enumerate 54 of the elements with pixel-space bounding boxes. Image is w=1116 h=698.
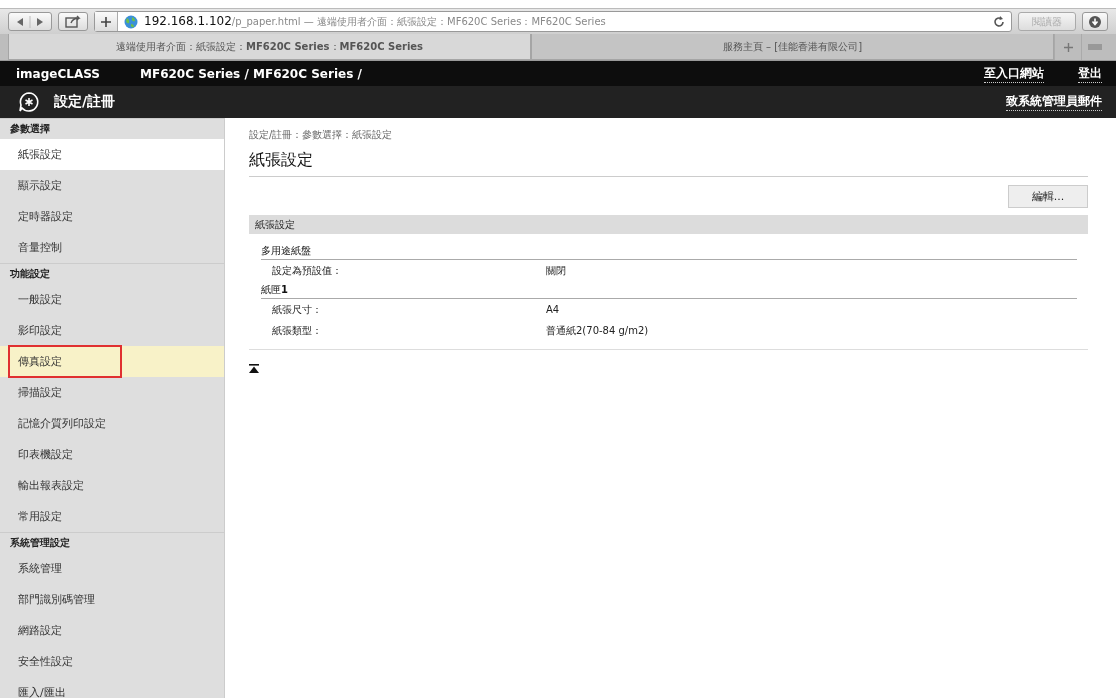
section-header: 紙張設定 [249, 215, 1088, 234]
download-icon [1089, 15, 1101, 28]
download-button[interactable] [1082, 12, 1108, 31]
setting-label: 紙張尺寸： [271, 302, 323, 317]
globe-icon [124, 14, 138, 29]
url-host: 192.168.1.102 [144, 14, 232, 28]
address-bar[interactable]: 192.168.1.102/p_paper.html — 遠端使用者介面：紙張設定：MF620C Series：MF620C Series [94, 11, 1012, 32]
device-path: MF620C Series / MF620C Series / [140, 66, 362, 81]
sidebar-item[interactable]: 定時器設定 [0, 201, 224, 232]
browser-tab[interactable]: 遠端使用者介面：紙張設定：MF620C Series：MF620C Series [8, 34, 531, 60]
url-path: /p_paper.html — 遠端使用者介面：紙張設定：MF620C Series：MF620C Series [231, 16, 606, 27]
sidebar-item[interactable]: 傳真設定 [0, 346, 224, 377]
share-icon [65, 15, 81, 28]
edit-button[interactable]: 編輯... [1008, 185, 1088, 208]
browser-tab[interactable]: 服務主頁 – [佳能香港有限公司] [531, 34, 1054, 60]
setting-value: 普通紙2(70-84 g/m2) [546, 323, 649, 338]
group-title: 紙匣1 [261, 283, 1077, 299]
sidebar-item[interactable]: 紙張設定 [0, 139, 224, 170]
sidebar-item[interactable]: 輸出報表設定 [0, 470, 224, 501]
page-heading: 紙張設定 [249, 142, 1088, 177]
sidebar-item[interactable]: 記憶介質列印設定 [0, 408, 224, 439]
sidebar-section-title: 功能設定 [0, 263, 224, 284]
group-title: 多用途紙盤 [261, 244, 1077, 260]
settings-icon [18, 91, 40, 113]
bar-icon [1088, 44, 1102, 50]
back-to-top-icon[interactable] [249, 364, 259, 373]
sidebar-item[interactable]: 一般設定 [0, 284, 224, 315]
sidebar-item[interactable]: 影印設定 [0, 315, 224, 346]
sidebar-item[interactable]: 系統管理 [0, 553, 224, 584]
reload-icon[interactable] [993, 15, 1005, 28]
sidebar-section-title: 系統管理設定 [0, 532, 224, 553]
add-bookmark-icon [95, 12, 118, 31]
plus-icon [1063, 42, 1073, 52]
sidebar-item[interactable]: 印表機設定 [0, 439, 224, 470]
sidebar-item[interactable]: 網路設定 [0, 615, 224, 646]
sidebar-item[interactable]: 部門識別碼管理 [0, 584, 224, 615]
admin-mail-link[interactable]: 致系統管理員郵件 [1006, 93, 1102, 111]
sidebar-item[interactable]: 安全性設定 [0, 646, 224, 677]
sidebar-item[interactable]: 匯入/匯出 [0, 677, 224, 698]
sidebar-item[interactable]: 掃描設定 [0, 377, 224, 408]
header-link[interactable]: 登出 [1078, 64, 1102, 83]
brand-name: imageCLASS [16, 66, 101, 81]
header-link[interactable]: 至入口網站 [984, 64, 1044, 83]
sidebar-item[interactable]: 音量控制 [0, 232, 224, 263]
page-title: 設定/註冊 [54, 93, 116, 111]
setting-label: 設定為預設值： [271, 263, 343, 278]
sidebar-item[interactable]: 顯示設定 [0, 170, 224, 201]
back-forward-button[interactable] [8, 12, 52, 31]
setting-value: A4 [546, 304, 560, 315]
share-button[interactable] [58, 12, 88, 31]
setting-label: 紙張類型： [271, 323, 323, 338]
breadcrumb: 設定/註冊：參數選擇：紙張設定 [249, 128, 394, 142]
sidebar-item[interactable]: 常用設定 [0, 501, 224, 532]
setting-value: 關閉 [546, 263, 566, 278]
